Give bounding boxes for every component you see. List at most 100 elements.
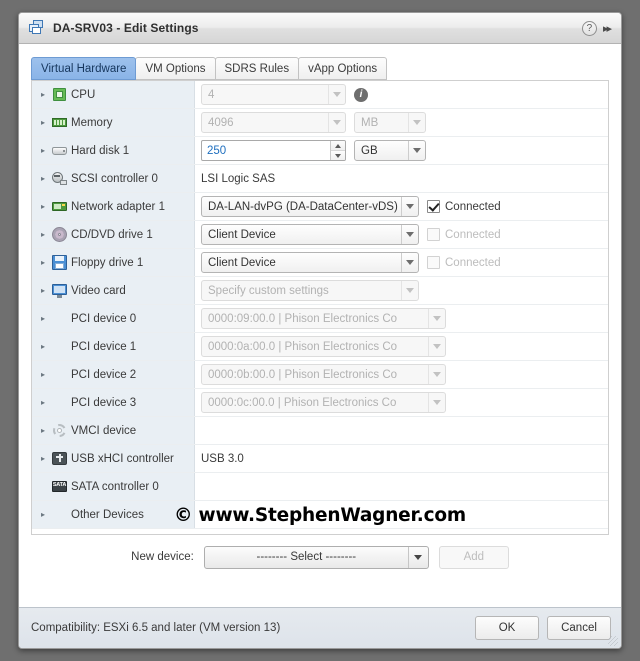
- new-device-label: New device:: [131, 551, 194, 563]
- device-label-sata-controller-0[interactable]: ▸ SATA SATA controller 0: [32, 473, 195, 500]
- device-label-network-adapter-1[interactable]: ▸ Network adapter 1: [32, 193, 195, 220]
- compatibility-text: Compatibility: ESXi 6.5 and later (VM ve…: [31, 622, 281, 634]
- memory-icon: [52, 115, 67, 130]
- memory-unit-value: MB: [361, 116, 379, 129]
- add-device-button[interactable]: Add: [438, 545, 509, 569]
- cancel-button[interactable]: Cancel: [547, 616, 611, 640]
- pci-device-1-select[interactable]: 0000:0a:00.0 | Phison Electronics Co: [201, 336, 446, 357]
- info-icon[interactable]: i: [354, 87, 368, 102]
- tab-vapp-options[interactable]: vApp Options: [298, 57, 388, 80]
- stepper-up-icon[interactable]: [331, 141, 345, 151]
- expand-arrow-icon[interactable]: ▸: [38, 146, 48, 155]
- checkbox-box: [427, 228, 440, 241]
- title-bar: DA-SRV03 - Edit Settings ? ▸▸: [19, 13, 621, 44]
- hard-disk-size-value[interactable]: 250: [202, 141, 330, 160]
- expand-chevrons-icon[interactable]: ▸▸: [603, 22, 613, 35]
- network-connected-checkbox[interactable]: Connected: [427, 200, 501, 213]
- stepper-buttons[interactable]: [330, 141, 345, 160]
- floppy-device-select[interactable]: Client Device: [201, 252, 419, 273]
- ok-button[interactable]: OK: [475, 616, 539, 640]
- help-icon[interactable]: ?: [581, 20, 597, 36]
- device-label-memory[interactable]: ▸ Memory: [32, 109, 195, 136]
- new-device-select[interactable]: -------- Select --------: [203, 545, 429, 569]
- pci-device-3-select[interactable]: 0000:0c:00.0 | Phison Electronics Co: [201, 392, 446, 413]
- resize-grip[interactable]: [608, 636, 618, 646]
- expand-arrow-icon[interactable]: ▸: [38, 426, 48, 435]
- pci-device-2-value: 0000:0b:00.0 | Phison Electronics Co: [208, 368, 398, 381]
- expand-arrow-icon[interactable]: ▸: [38, 258, 48, 267]
- device-label-scsi-controller-0[interactable]: ▸ SCSI controller 0: [32, 165, 195, 192]
- device-value-other-devices: [195, 501, 608, 528]
- vm-icon: [29, 20, 45, 36]
- expand-arrow-icon[interactable]: ▸: [38, 90, 48, 99]
- device-label-other-devices[interactable]: ▸ Other Devices: [32, 501, 195, 528]
- dialog-content: ▸ CPU 4 i ▸ Memory 4096 MB ▸ Hard disk 1…: [19, 80, 621, 607]
- chevron-down-icon: [401, 225, 418, 244]
- floppy-icon: [52, 255, 67, 270]
- network-portgroup-select[interactable]: DA-LAN-dvPG (DA-DataCenter-vDS): [201, 196, 419, 217]
- device-table: ▸ CPU 4 i ▸ Memory 4096 MB ▸ Hard disk 1…: [31, 80, 609, 535]
- tab-virtual-hardware[interactable]: Virtual Hardware: [31, 57, 137, 80]
- expand-arrow-icon[interactable]: ▸: [38, 174, 48, 183]
- device-label-floppy-drive-1[interactable]: ▸ Floppy drive 1: [32, 249, 195, 276]
- table-row: ▸ Hard disk 1 250 GB: [32, 137, 608, 165]
- device-label-vmci-device[interactable]: ▸ VMCI device: [32, 417, 195, 444]
- pci-device-0-select[interactable]: 0000:09:00.0 | Phison Electronics Co: [201, 308, 446, 329]
- cpu-count-select[interactable]: 4: [201, 84, 346, 105]
- chevron-down-icon: [428, 365, 445, 384]
- chevron-down-icon: [428, 337, 445, 356]
- usb-icon: [52, 451, 67, 466]
- device-value-floppy-drive-1: Client Device Connected: [195, 249, 608, 276]
- hard-disk-unit-select[interactable]: GB: [354, 140, 426, 161]
- device-label-cd-dvd-drive-1[interactable]: ▸ CD/DVD drive 1: [32, 221, 195, 248]
- memory-size-select[interactable]: 4096: [201, 112, 346, 133]
- memory-unit-select[interactable]: MB: [354, 112, 426, 133]
- device-value-network-adapter-1: DA-LAN-dvPG (DA-DataCenter-vDS) Connecte…: [195, 193, 608, 220]
- device-name: Video card: [71, 284, 126, 297]
- device-label-cpu[interactable]: ▸ CPU: [32, 81, 195, 108]
- device-label-video-card[interactable]: ▸ Video card: [32, 277, 195, 304]
- floppy-device-value: Client Device: [208, 256, 276, 269]
- table-row: ▸ VMCI device: [32, 417, 608, 445]
- device-value-pci-device-2: 0000:0b:00.0 | Phison Electronics Co: [195, 361, 608, 388]
- device-label-hard-disk-1[interactable]: ▸ Hard disk 1: [32, 137, 195, 164]
- checkbox-label: Connected: [445, 228, 501, 241]
- tab-sdrs-rules[interactable]: SDRS Rules: [214, 57, 300, 80]
- expand-arrow-icon[interactable]: ▸: [38, 454, 48, 463]
- scsi-controller-type: LSI Logic SAS: [201, 172, 276, 185]
- cd-dvd-device-select[interactable]: Client Device: [201, 224, 419, 245]
- pci-device-1-value: 0000:0a:00.0 | Phison Electronics Co: [208, 340, 398, 353]
- scsi-controller-icon: [52, 171, 67, 186]
- device-label-pci-device-0[interactable]: ▸ PCI device 0: [32, 305, 195, 332]
- device-name: USB xHCI controller: [71, 452, 174, 465]
- window-title: DA-SRV03 - Edit Settings: [53, 21, 199, 35]
- chevron-down-icon: [408, 141, 425, 160]
- device-label-pci-device-1[interactable]: ▸ PCI device 1: [32, 333, 195, 360]
- hard-disk-size-stepper[interactable]: 250: [201, 140, 346, 161]
- tab-strip: Virtual Hardware VM Options SDRS Rules v…: [19, 44, 621, 80]
- device-label-pci-device-2[interactable]: ▸ PCI device 2: [32, 361, 195, 388]
- video-card-settings-select[interactable]: Specify custom settings: [201, 280, 419, 301]
- checkbox-box: [427, 256, 440, 269]
- network-adapter-icon: [52, 199, 67, 214]
- device-name: VMCI device: [71, 424, 137, 437]
- expand-arrow-icon[interactable]: ▸: [38, 510, 48, 519]
- cd-dvd-device-value: Client Device: [208, 228, 276, 241]
- device-value-pci-device-0: 0000:09:00.0 | Phison Electronics Co: [195, 305, 608, 332]
- expand-arrow-icon[interactable]: ▸: [38, 342, 48, 351]
- device-label-pci-device-3[interactable]: ▸ PCI device 3: [32, 389, 195, 416]
- pci-device-2-select[interactable]: 0000:0b:00.0 | Phison Electronics Co: [201, 364, 446, 385]
- device-label-usb-xhci-controller[interactable]: ▸ USB xHCI controller: [32, 445, 195, 472]
- expand-arrow-icon[interactable]: ▸: [38, 286, 48, 295]
- chevron-down-icon: [428, 393, 445, 412]
- expand-arrow-icon[interactable]: ▸: [38, 398, 48, 407]
- expand-arrow-icon[interactable]: ▸: [38, 230, 48, 239]
- dialog-footer: Compatibility: ESXi 6.5 and later (VM ve…: [19, 607, 621, 648]
- expand-arrow-icon[interactable]: ▸: [38, 118, 48, 127]
- checkbox-box[interactable]: [427, 200, 440, 213]
- expand-arrow-icon[interactable]: ▸: [38, 314, 48, 323]
- expand-arrow-icon[interactable]: ▸: [38, 370, 48, 379]
- stepper-down-icon[interactable]: [331, 151, 345, 160]
- expand-arrow-icon[interactable]: ▸: [38, 202, 48, 211]
- tab-vm-options[interactable]: VM Options: [135, 57, 216, 80]
